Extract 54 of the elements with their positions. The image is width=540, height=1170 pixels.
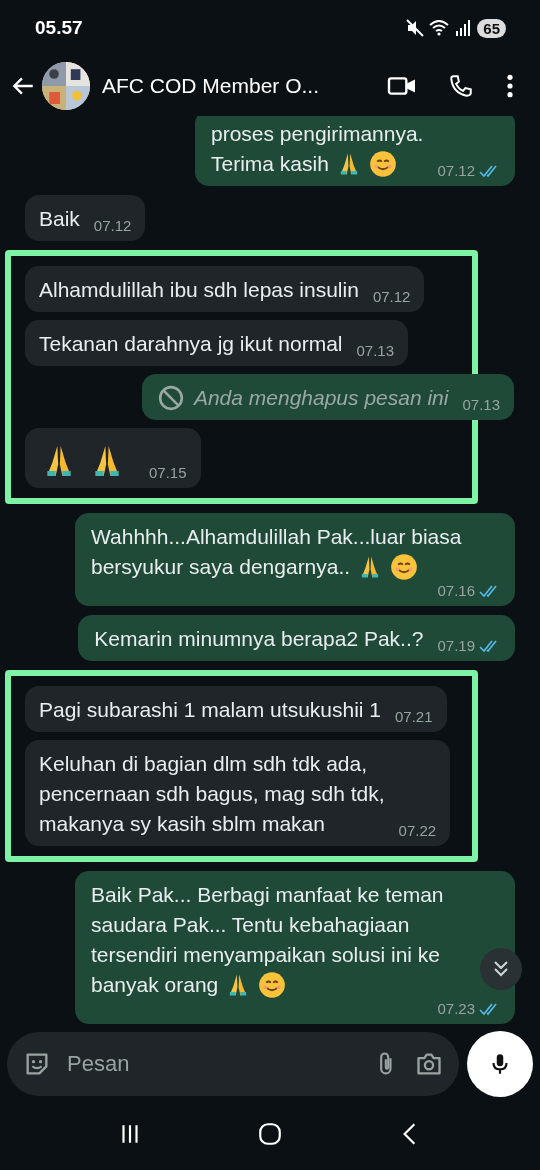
message-time: 07.12 [93,217,132,234]
message-text: Baik [39,206,80,232]
message-text: Anda menghapus pesan ini [193,385,449,411]
smiling-face-icon [390,553,419,581]
message-text: pencernaan sdh bagus, mag sdh tdk, [39,781,385,807]
message-time: 07.22 [398,822,437,839]
status-time: 05.57 [35,17,83,39]
message-time: 07.12 [372,288,411,305]
message-bubble[interactable]: 07.15 [25,428,201,488]
battery-level: 65 [477,18,506,38]
mute-icon [405,18,426,38]
message-bubble[interactable]: Baik Pak... Berbagi manfaat ke teman saudara Pak... Tentu kebahagiaan tersendiri menyampaikan solusi ini ke banyak orang 07.23 [75,871,515,1024]
message-time: 07.23 [437,1000,475,1017]
message-text: bersyukur saya dengarnya.. [91,554,351,580]
message-field[interactable]: Pesan [7,1032,459,1096]
chat-title[interactable]: AFC COD Member O... [102,74,380,98]
home-icon[interactable] [257,1121,283,1147]
message-time: 07.12 [437,162,475,179]
message-bubble[interactable]: proses pengirimannya. Terima kasih 07.12 [195,116,515,186]
smiling-face-icon [258,971,287,999]
message-bubble[interactable]: Kemarin minumnya berapa2 Pak..? 07.19 [78,615,515,661]
message-text: makanya sy kasih sblm makan [39,811,325,837]
message-text: Tekanan darahnya jg ikut normal [39,331,343,357]
phone-icon[interactable] [448,73,474,99]
message-text: saudara Pak... Tentu kebahagiaan [91,912,410,938]
message-bubble[interactable]: Anda menghapus pesan ini 07.13 [141,374,514,420]
message-text: Pagi subarashi 1 malam utsukushii 1 [39,697,381,723]
message-text: Alhamdulillah ibu sdh lepas insulin [39,277,359,303]
message-bubble[interactable]: Wahhhh...Alhamdulillah Pak...luar biasa bersyukur saya dengarnya.. 07.16 [75,513,515,606]
message-text: Baik Pak... Berbagi manfaat ke teman [91,882,444,908]
message-text: tersendiri menyampaikan solusi ini ke [91,942,440,968]
message-text: Keluhan di bagian dlm sdh tdk ada, [39,751,368,777]
message-time: 07.13 [462,396,500,413]
message-bubble[interactable]: Pagi subarashi 1 malam utsukushii 1 07.21 [25,686,447,732]
message-text: proses pengirimannya. [211,121,424,147]
message-bubble[interactable]: Baik 07.12 [25,195,146,241]
message-text: banyak orang [91,972,219,998]
smiling-face-icon [368,150,397,178]
message-text: Kemarin minumnya berapa2 Pak..? [94,626,424,652]
message-time: 07.16 [437,582,475,599]
double-chevron-down-icon [491,959,511,979]
blocked-icon [157,385,184,411]
message-bubble[interactable]: Keluhan di bagian dlm sdh tdk ada, pencernaan sdh bagus, mag sdh tdk, makanya sy kasih sblm makan 07.22 [25,740,451,846]
message-time: 07.21 [395,708,433,725]
message-time: 07.15 [149,464,187,481]
message-bubble[interactable]: Tekanan darahnya jg ikut normal 07.13 [25,320,409,366]
message-bubble[interactable]: Alhamdulillah ibu sdh lepas insulin 07.12 [25,266,425,312]
wifi-icon [429,18,450,38]
message-time: 07.19 [437,637,475,654]
message-time: 07.13 [356,342,395,359]
message-input[interactable]: Pesan [65,1050,359,1078]
more-options-icon[interactable] [506,73,514,99]
message-text: Terima kasih [211,151,329,177]
message-text: Wahhhh...Alhamdulillah Pak...luar biasa [91,524,462,550]
